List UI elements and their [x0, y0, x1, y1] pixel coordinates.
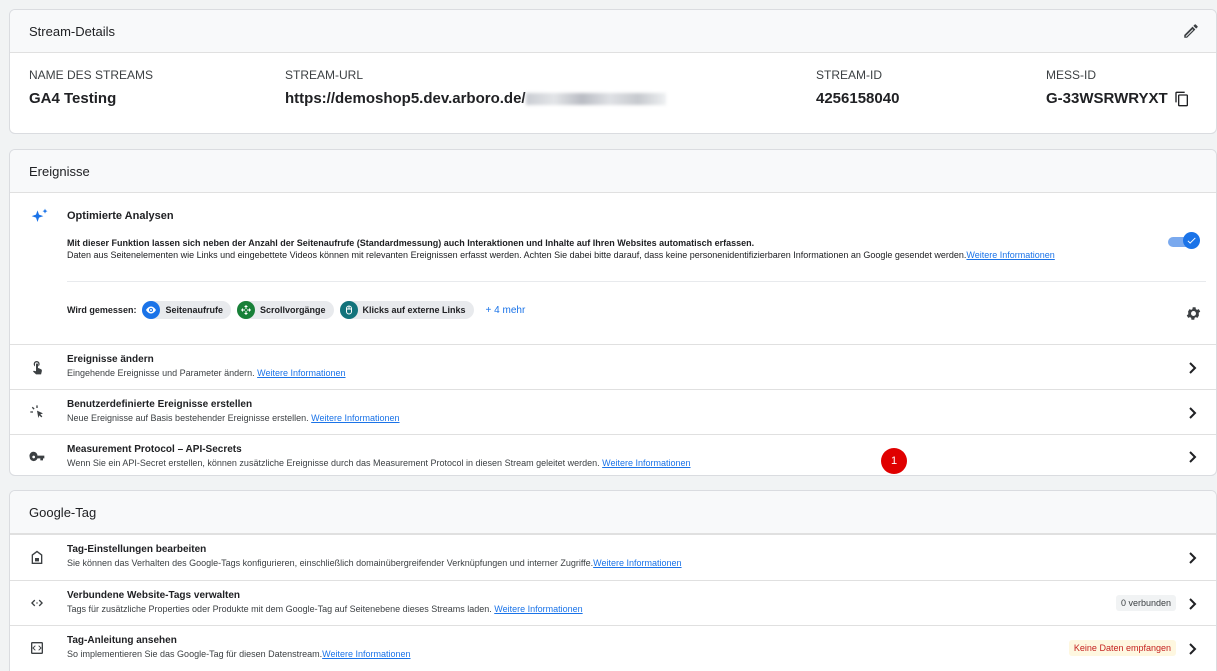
row-desc: Tags für zusätzliche Properties oder Pro…: [67, 604, 492, 614]
chevron-right-icon: [1189, 362, 1197, 374]
row-more-link[interactable]: Weitere Informationen: [257, 368, 345, 378]
row-desc-wrap: Eingehende Ereignisse und Parameter ände…: [67, 368, 346, 378]
mess-id-col: MESS-ID G-33WSRWRYXT: [1046, 68, 1190, 107]
eye-icon: [142, 301, 161, 319]
row-title: Verbundene Website-Tags verwalten: [67, 590, 241, 601]
google-tag-header: Google-Tag: [10, 491, 1216, 534]
chevron-right-icon: [1189, 451, 1197, 463]
optimized-toggle[interactable]: [1168, 232, 1200, 249]
row-more-link[interactable]: Weitere Informationen: [593, 558, 681, 568]
chip-outbound-label: Klicks auf externe Links: [362, 305, 466, 315]
chevron-right-icon: [1189, 598, 1197, 610]
optimized-desc2-wrap: Daten aus Seitenelementen wie Links und …: [67, 250, 1117, 261]
row-more-link[interactable]: Weitere Informationen: [494, 604, 582, 614]
chip-scrolls[interactable]: Scrollvorgänge: [236, 301, 334, 319]
chip-outbound[interactable]: Klicks auf externe Links: [339, 301, 474, 319]
row-connected-tags[interactable]: Verbundene Website-Tags verwalten Tags f…: [10, 580, 1216, 625]
row-title: Benutzerdefinierte Ereignisse erstellen: [67, 399, 253, 410]
mouse-icon: [339, 301, 358, 319]
redacted-url-part: [525, 93, 666, 106]
chevron-right-icon: [1189, 407, 1197, 419]
row-tag-instructions[interactable]: Tag-Anleitung ansehen So implementieren …: [10, 625, 1216, 671]
stream-details-card: Stream-Details NAME DES STREAMS GA4 Test…: [9, 9, 1217, 134]
toggle-knob: [1183, 232, 1200, 249]
row-desc-wrap: Tags für zusätzliche Properties oder Pro…: [67, 604, 583, 614]
row-modify-events[interactable]: Ereignisse ändern Eingehende Ereignisse …: [10, 344, 1216, 389]
stream-name-label: NAME DES STREAMS: [29, 68, 154, 82]
row-desc-wrap: Sie können das Verhalten des Google-Tags…: [67, 558, 682, 568]
chip-pageviews[interactable]: Seitenaufrufe: [142, 301, 231, 319]
chip-scrolls-label: Scrollvorgänge: [259, 305, 326, 315]
code-arrows-icon: [31, 599, 43, 607]
measured-row: Wird gemessen: Seitenaufrufe Scrollvorgä…: [67, 301, 525, 319]
row-api-secrets[interactable]: Measurement Protocol – API-Secrets Wenn …: [10, 434, 1216, 475]
stream-name-col: NAME DES STREAMS GA4 Testing: [29, 68, 153, 107]
stream-id-label: STREAM-ID: [816, 68, 882, 82]
optimized-more-link[interactable]: Weitere Informationen: [966, 250, 1054, 260]
row-custom-events[interactable]: Benutzerdefinierte Ereignisse erstellen …: [10, 389, 1216, 434]
row-title: Tag-Einstellungen bearbeiten: [67, 544, 207, 555]
optimized-desc2: Daten aus Seitenelementen wie Links und …: [67, 250, 967, 260]
row-title: Ereignisse ändern: [67, 354, 154, 365]
optimized-analytics-section: Optimierte Analysen Mit dieser Funktion …: [10, 193, 1216, 346]
row-desc: Eingehende Ereignisse und Parameter ände…: [67, 368, 255, 378]
stream-id-value: 4256158040: [816, 90, 900, 107]
more-link[interactable]: + 4 mehr: [486, 305, 526, 316]
chevron-right-icon: [1189, 643, 1197, 655]
row-desc: So implementieren Sie das Google-Tag für…: [67, 649, 323, 659]
stream-url-value: https://demoshop5.dev.arboro.de/: [285, 90, 526, 107]
row-more-link[interactable]: Weitere Informationen: [602, 458, 690, 468]
chevron-right-icon: [1189, 552, 1197, 564]
scroll-icon: [236, 301, 255, 319]
row-desc: Sie können das Verhalten des Google-Tags…: [67, 558, 594, 568]
stream-id-col: STREAM-ID 4256158040: [816, 68, 899, 107]
row-more-link[interactable]: Weitere Informationen: [322, 649, 410, 659]
mess-id-value: G-33WSRWRYXT: [1046, 90, 1168, 107]
row-desc: Neue Ereignisse auf Basis bestehender Er…: [67, 413, 309, 423]
sparkle-icon: [31, 208, 48, 222]
row-title: Tag-Anleitung ansehen: [67, 635, 177, 646]
row-more-link[interactable]: Weitere Informationen: [311, 413, 399, 423]
row-desc-wrap: Neue Ereignisse auf Basis bestehender Er…: [67, 413, 400, 423]
check-icon: [1187, 237, 1196, 244]
row-title: Measurement Protocol – API-Secrets: [67, 444, 242, 455]
annotation-badge: 1: [881, 448, 907, 474]
status-badge: 0 verbunden: [1115, 595, 1176, 611]
mess-id-value-wrap: G-33WSRWRYXT: [1046, 90, 1190, 107]
events-card: Ereignisse Optimierte Analysen Mit diese…: [9, 149, 1217, 476]
copy-icon[interactable]: [1174, 91, 1190, 107]
optimized-title: Optimierte Analysen: [67, 210, 174, 222]
stream-url-col: STREAM-URL https://demoshop5.dev.arboro.…: [285, 68, 666, 107]
status-badge: Keine Daten empfangen: [1068, 640, 1176, 656]
cursor-click-icon: [30, 405, 43, 418]
mess-id-label: MESS-ID: [1046, 68, 1097, 82]
measured-label: Wird gemessen:: [67, 305, 137, 315]
gear-icon[interactable]: [1185, 305, 1202, 322]
chip-pageviews-label: Seitenaufrufe: [165, 305, 223, 315]
optimized-desc1: Mit dieser Funktion lassen sich neben de…: [67, 238, 755, 248]
stream-details-header: Stream-Details: [10, 10, 1216, 53]
events-header: Ereignisse: [10, 150, 1216, 193]
pencil-icon[interactable]: [1182, 22, 1200, 40]
divider: [67, 281, 1206, 282]
key-icon: [29, 451, 45, 462]
google-tag-card: Google-Tag Tag-Einstellungen bearbeiten …: [9, 490, 1217, 671]
row-tag-settings[interactable]: Tag-Einstellungen bearbeiten Sie können …: [10, 534, 1216, 580]
row-desc-wrap: Wenn Sie ein API-Secret erstellen, könne…: [67, 458, 691, 468]
touch-icon: [33, 360, 42, 375]
row-desc-wrap: So implementieren Sie das Google-Tag für…: [67, 649, 411, 659]
tag-settings-icon: [31, 550, 43, 564]
row-desc: Wenn Sie ein API-Secret erstellen, könne…: [67, 458, 600, 468]
code-box-icon: [31, 642, 43, 654]
stream-url-value-wrap: https://demoshop5.dev.arboro.de/: [285, 90, 666, 107]
stream-name-value: GA4 Testing: [29, 90, 117, 107]
stream-url-label: STREAM-URL: [285, 68, 364, 82]
